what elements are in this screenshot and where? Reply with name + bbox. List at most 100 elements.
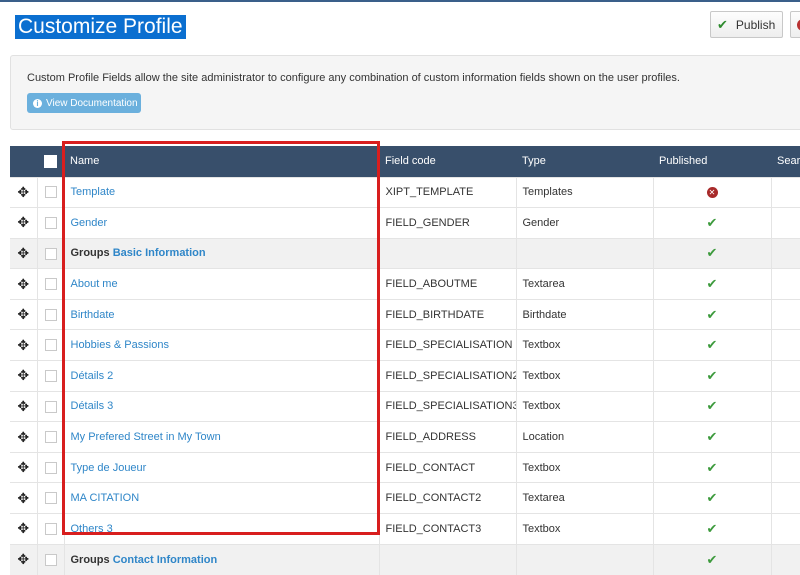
published-check-icon[interactable]: ✔ — [707, 490, 718, 505]
published-check-icon[interactable]: ✔ — [707, 245, 718, 260]
publish-label: Publish — [735, 17, 776, 32]
name-cell: Hobbies & Passions — [63, 329, 379, 361]
field-name-link[interactable]: Template — [71, 186, 116, 198]
field-name-link[interactable]: Détails 2 — [71, 370, 114, 382]
table-row: ✥ Détails 2 FIELD_SPECIALISATION2 Textbox ✔ — [10, 360, 800, 392]
drag-handle-icon[interactable]: ✥ — [10, 329, 37, 361]
drag-handle-icon[interactable]: ✥ — [10, 513, 37, 545]
published-cell: ✔ — [652, 513, 771, 545]
drag-handle-icon[interactable]: ✥ — [10, 207, 37, 239]
type-cell: Birthdate — [515, 298, 653, 330]
field-code-cell: FIELD_GENDER — [378, 207, 516, 239]
row-checkbox-cell — [36, 390, 64, 422]
group-name-link[interactable]: Contact Information — [113, 554, 218, 566]
search-cell — [770, 207, 800, 239]
type-cell: Gender — [515, 207, 653, 239]
field-name-link[interactable]: My Prefered Street in My Town — [71, 431, 221, 443]
published-check-icon[interactable]: ✔ — [707, 337, 718, 352]
column-name[interactable]: Name — [64, 146, 379, 177]
field-name-link[interactable]: Gender — [71, 217, 108, 229]
column-search[interactable]: Search — [771, 146, 800, 177]
info-text: Custom Profile Fields allow the site adm… — [27, 72, 680, 84]
row-checkbox[interactable] — [44, 400, 57, 413]
unpublished-x-icon[interactable]: ✕ — [706, 187, 718, 199]
published-check-icon[interactable]: ✔ — [707, 307, 718, 322]
check-icon: ✔ — [717, 16, 728, 32]
published-check-icon[interactable]: ✔ — [707, 521, 718, 536]
name-cell: Gender — [63, 207, 379, 239]
published-cell: ✔ — [652, 360, 771, 392]
search-cell — [770, 329, 800, 361]
published-cell: ✔ — [652, 421, 771, 453]
group-name-link[interactable]: Basic Information — [113, 247, 206, 259]
table-row: ✥ About me FIELD_ABOUTME Textarea ✔ — [10, 268, 800, 300]
name-cell: Détails 2 — [63, 360, 379, 392]
row-checkbox[interactable] — [44, 431, 57, 444]
column-published[interactable]: Published — [653, 146, 771, 177]
drag-handle-icon[interactable]: ✥ — [10, 237, 37, 269]
search-cell — [770, 390, 800, 422]
row-checkbox[interactable] — [44, 278, 57, 291]
row-checkbox[interactable] — [44, 553, 57, 566]
drag-handle-icon[interactable]: ✥ — [10, 298, 37, 330]
row-checkbox[interactable] — [44, 308, 57, 321]
drag-handle-icon[interactable]: ✥ — [10, 451, 37, 483]
name-cell: Groups Contact Information — [63, 543, 379, 575]
search-cell — [770, 237, 800, 269]
row-checkbox[interactable] — [44, 522, 57, 535]
row-checkbox[interactable] — [44, 492, 57, 505]
row-checkbox-cell — [36, 237, 64, 269]
published-check-icon[interactable]: ✔ — [707, 552, 718, 567]
table-row: ✥ Hobbies & Passions FIELD_SPECIALISATION T… — [10, 329, 800, 361]
type-cell: Textbox — [515, 451, 653, 483]
name-cell: Détails 3 — [63, 390, 379, 422]
row-checkbox[interactable] — [44, 186, 57, 199]
group-row: ✥ Groups Contact Information ✔ — [10, 543, 800, 575]
field-code-cell: FIELD_CONTACT — [378, 451, 516, 483]
field-name-link[interactable]: About me — [71, 278, 118, 290]
table-row: ✥ Gender FIELD_GENDER Gender ✔ — [10, 207, 800, 239]
published-check-icon[interactable]: ✔ — [707, 368, 718, 383]
field-name-link[interactable]: Type de Joueur — [71, 462, 147, 474]
type-cell: Templates — [515, 176, 653, 208]
field-name-link[interactable]: Others 3 — [71, 523, 113, 535]
search-cell — [770, 421, 800, 453]
search-cell — [770, 176, 800, 208]
search-cell — [770, 268, 800, 300]
row-checkbox[interactable] — [44, 339, 57, 352]
select-all-checkbox[interactable] — [44, 154, 57, 168]
name-cell: Others 3 — [63, 513, 379, 545]
published-check-icon[interactable]: ✔ — [707, 460, 718, 475]
drag-handle-icon[interactable]: ✥ — [10, 360, 37, 392]
drag-handle-icon[interactable]: ✥ — [10, 482, 37, 514]
publish-button[interactable]: ✔ Publish — [710, 11, 783, 38]
published-check-icon[interactable]: ✔ — [707, 215, 718, 230]
column-type[interactable]: Type — [516, 146, 653, 177]
field-name-link[interactable]: Détails 3 — [71, 400, 114, 412]
field-name-link[interactable]: Hobbies & Passions — [71, 339, 169, 351]
drag-handle-icon[interactable]: ✥ — [10, 268, 37, 300]
row-checkbox[interactable] — [44, 369, 57, 382]
field-name-link[interactable]: Birthdate — [71, 309, 115, 321]
column-field-code[interactable]: Field code — [379, 146, 516, 177]
published-check-icon[interactable]: ✔ — [707, 398, 718, 413]
unpublish-button[interactable] — [790, 11, 800, 38]
row-checkbox[interactable] — [44, 247, 57, 260]
field-code-cell: XIPT_TEMPLATE — [378, 176, 516, 208]
published-check-icon[interactable]: ✔ — [707, 429, 718, 444]
page-title: Customize Profile — [15, 15, 186, 39]
drag-handle-icon[interactable]: ✥ — [10, 390, 37, 422]
search-cell — [770, 513, 800, 545]
row-checkbox[interactable] — [44, 216, 57, 229]
drag-handle-icon[interactable]: ✥ — [10, 176, 37, 208]
field-code-cell: FIELD_BIRTHDATE — [378, 298, 516, 330]
published-check-icon[interactable]: ✔ — [707, 276, 718, 291]
view-documentation-button[interactable]: i View Documentation — [27, 93, 141, 113]
type-cell: Textarea — [515, 268, 653, 300]
field-name-link[interactable]: MA CITATION — [71, 492, 140, 504]
drag-handle-icon[interactable]: ✥ — [10, 543, 37, 575]
type-cell: Textbox — [515, 390, 653, 422]
search-cell — [770, 482, 800, 514]
drag-handle-icon[interactable]: ✥ — [10, 421, 37, 453]
row-checkbox[interactable] — [44, 461, 57, 474]
